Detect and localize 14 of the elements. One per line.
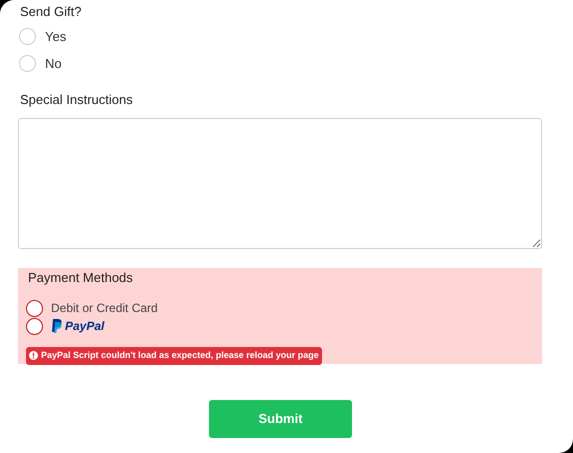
instructions-field[interactable] xyxy=(18,118,542,249)
option-label: Debit or Credit Card xyxy=(51,300,158,317)
radio-button[interactable] xyxy=(26,300,43,316)
paypal-logo: PayPal xyxy=(65,318,104,335)
alert-icon xyxy=(29,351,38,360)
radio-button[interactable] xyxy=(26,318,43,334)
option-label: No xyxy=(45,54,62,72)
field-label: Special Instructions xyxy=(20,91,134,109)
option-label: Yes xyxy=(45,28,66,46)
error-message: PayPal Script couldn't load as expected, please reload your page xyxy=(26,347,322,364)
paypal-icon xyxy=(51,319,62,333)
field-label: Payment Methods xyxy=(28,269,134,287)
submit-button[interactable]: Submit xyxy=(209,400,352,438)
field-label: Send Gift? xyxy=(20,3,82,21)
